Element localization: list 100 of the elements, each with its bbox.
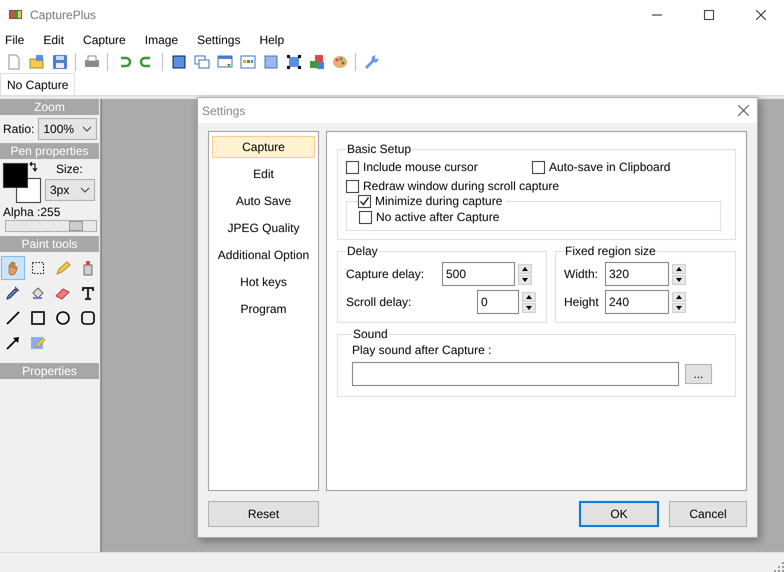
category-item[interactable]: Additional Option [212, 244, 315, 266]
eyedropper-icon [5, 285, 21, 301]
grid-window-icon [240, 54, 256, 70]
browse-button[interactable]: ... [685, 364, 712, 384]
section-header: Zoom [0, 99, 99, 115]
category-item[interactable]: Capture [212, 136, 315, 158]
window-icon [216, 54, 232, 70]
text-tool-icon [80, 285, 96, 301]
group-title: Fixed region size [564, 244, 657, 258]
input-field[interactable]: 0 [477, 290, 519, 314]
menu-item[interactable]: Capture [78, 33, 132, 47]
alpha-slider[interactable] [5, 220, 97, 232]
checkbox-label: Include mouse cursor [363, 160, 478, 174]
field-label: Capture delay: [346, 267, 426, 281]
close-icon [738, 105, 749, 116]
close-icon [756, 10, 766, 20]
windows-icon [194, 54, 210, 70]
ratio-dropdown[interactable]: 100% [38, 118, 97, 140]
size-dropdown[interactable]: 3px [45, 179, 95, 201]
group-title: Delay [346, 244, 379, 258]
swap-colors-icon[interactable] [29, 161, 39, 173]
menu-item[interactable]: Edit [38, 33, 70, 47]
down-triangle-icon [676, 306, 682, 310]
field-label: Height [564, 295, 600, 309]
checkbox-label: No active after Capture [376, 210, 500, 224]
wrench-icon [364, 54, 380, 70]
ratio-label: Ratio: [3, 122, 34, 136]
square-icon [262, 54, 278, 70]
up-triangle-icon [676, 294, 682, 298]
rectangle-icon [30, 310, 46, 326]
document-tab[interactable]: No Capture [0, 73, 76, 95]
category-item[interactable]: JPEG Quality [212, 217, 315, 239]
field-label: Width: [564, 267, 600, 281]
checkbox[interactable] [346, 160, 359, 174]
menu-item[interactable]: File [0, 33, 30, 47]
circle-icon [55, 310, 71, 326]
checkbox[interactable] [532, 160, 545, 174]
dashed-square-icon [30, 260, 46, 276]
cubes-icon [308, 54, 324, 70]
input-field[interactable]: 500 [442, 262, 515, 286]
palette-icon [332, 54, 348, 70]
spin-up-button[interactable] [672, 292, 686, 302]
up-triangle-icon [522, 266, 528, 270]
field-label: Play sound after Capture : [352, 343, 492, 357]
down-triangle-icon [522, 278, 528, 282]
section-header: Paint tools [0, 236, 99, 252]
spin-up-button[interactable] [518, 264, 532, 274]
input-field[interactable]: 240 [605, 290, 669, 314]
checkbox[interactable] [359, 210, 372, 224]
color-swatch-drawing[interactable] [3, 163, 41, 203]
checkbox-label: Minimize during capture [375, 194, 502, 208]
down-triangle-icon [676, 278, 682, 282]
size-label: Size: [56, 162, 83, 176]
checkbox[interactable] [358, 194, 371, 208]
checkbox-label: Auto-save in Clipboard [549, 160, 670, 174]
document-icon [6, 54, 22, 70]
spin-down-button[interactable] [672, 274, 686, 284]
category-item[interactable]: Auto Save [212, 190, 315, 212]
category-item[interactable]: Program [212, 298, 315, 320]
spin-up-button[interactable] [522, 292, 536, 302]
dialog-title: Settings [202, 104, 246, 118]
up-triangle-icon [676, 266, 682, 270]
printer-icon [84, 54, 100, 70]
spin-down-button[interactable] [672, 302, 686, 312]
square-icon [170, 54, 186, 70]
line-icon [5, 310, 21, 326]
maximize-icon [704, 10, 714, 20]
dropdown-chevron-icon [80, 185, 90, 195]
field-label: Scroll delay: [346, 295, 412, 309]
menu-item[interactable]: Settings [192, 33, 246, 47]
resize-grip-icon [774, 562, 784, 572]
arrow-icon [5, 335, 21, 351]
folder-icon [28, 54, 44, 70]
sound-file-field[interactable] [352, 362, 679, 386]
spin-down-button[interactable] [522, 302, 536, 312]
menu-item[interactable]: Help [254, 33, 290, 47]
pencil-icon [55, 260, 71, 276]
selection-square-icon [286, 54, 302, 70]
alpha-label: Alpha :255 [3, 205, 60, 219]
section-header: Pen properties [0, 143, 99, 159]
checkbox[interactable] [346, 180, 359, 192]
group-title: Basic Setup [346, 142, 412, 156]
up-triangle-icon [526, 294, 532, 298]
category-item[interactable]: Hot keys [212, 271, 315, 293]
reset-button[interactable]: Reset [208, 501, 319, 527]
menu-item[interactable]: Image [140, 33, 184, 47]
input-field[interactable]: 320 [605, 262, 669, 286]
checkbox-label: Redraw window during scroll capture [363, 179, 560, 193]
ok-button[interactable]: OK [579, 501, 659, 527]
down-triangle-icon [526, 306, 532, 310]
paint-bucket-icon [30, 285, 46, 301]
dropdown-chevron-icon [82, 124, 92, 134]
category-item[interactable]: Edit [212, 163, 315, 185]
group-title: Sound [352, 327, 389, 341]
cancel-button[interactable]: Cancel [669, 501, 747, 527]
section-header: Properties [0, 363, 99, 379]
spin-up-button[interactable] [672, 264, 686, 274]
square-pencil-icon [30, 335, 46, 351]
spin-down-button[interactable] [518, 274, 532, 284]
window-title: CapturePlus [30, 8, 98, 22]
